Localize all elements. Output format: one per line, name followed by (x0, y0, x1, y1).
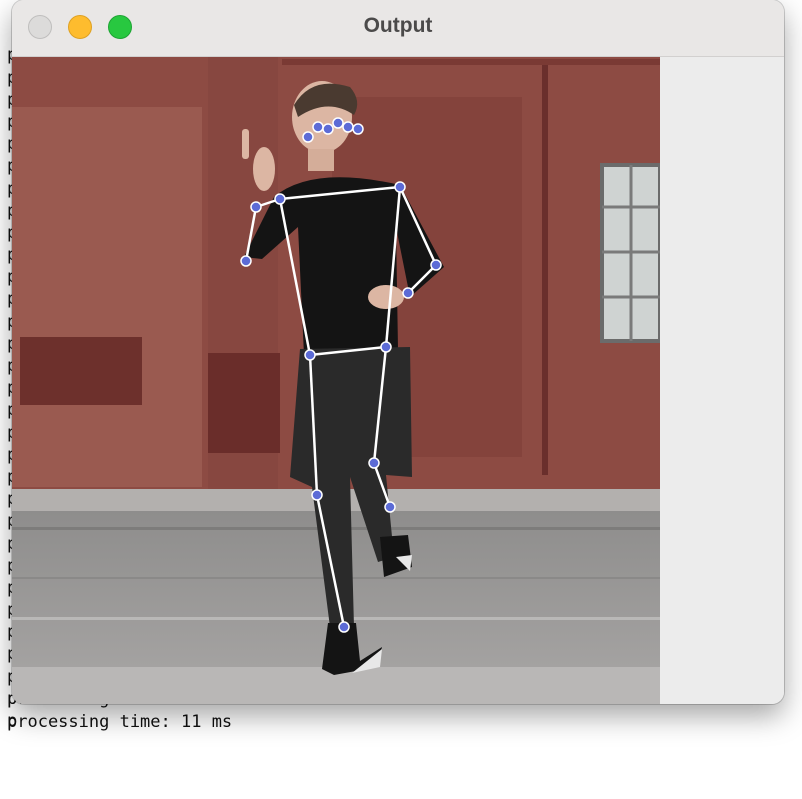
keypoint (311, 489, 323, 501)
terminal-line: processing time: 11 ms (7, 712, 233, 732)
keypoint (394, 181, 406, 193)
keypoint (368, 457, 380, 469)
keypoint (430, 259, 442, 271)
wall-dark-band (20, 337, 142, 405)
window-titlebar[interactable]: Output (12, 0, 784, 57)
keypoint (332, 117, 344, 129)
keypoint (402, 287, 414, 299)
gutter (282, 59, 660, 65)
output-window: Output (12, 0, 784, 704)
keypoint (322, 123, 334, 135)
keypoint (338, 621, 350, 633)
wall-dark-band (208, 353, 280, 453)
keypoint (250, 201, 262, 213)
keypoint (352, 123, 364, 135)
keypoint (312, 121, 324, 133)
keypoint (304, 349, 316, 361)
keypoint (274, 193, 286, 205)
keypoint (380, 341, 392, 353)
wall-left-panel (12, 107, 202, 487)
window-title: Output (363, 14, 433, 37)
canvas-area (12, 57, 784, 704)
keypoint (384, 501, 396, 513)
drain-pipe (542, 65, 548, 475)
keypoint (302, 131, 314, 143)
pose-video-frame (12, 57, 660, 704)
keypoint (240, 255, 252, 267)
keypoint (342, 121, 354, 133)
